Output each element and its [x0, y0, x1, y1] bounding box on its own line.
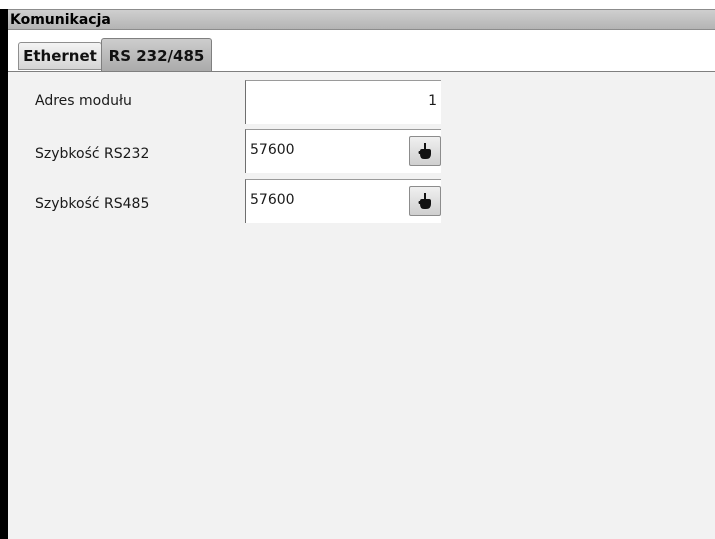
rs485-speed-dropdown[interactable]: 57600	[245, 179, 441, 223]
tab-strip: Ethernet RS 232/485	[8, 30, 715, 72]
tab-rs232-485[interactable]: RS 232/485	[101, 38, 212, 72]
hand-pointer-icon	[418, 143, 431, 159]
rs485-speed-dropdown-button[interactable]	[409, 186, 441, 216]
communication-window: Komunikacja Ethernet RS 232/485 Adres mo…	[0, 0, 715, 539]
module-address-value: 1	[428, 93, 437, 109]
window-left-border	[0, 9, 8, 539]
tab-ethernet-label: Ethernet	[23, 47, 97, 65]
rs485-speed-value: 57600	[250, 192, 295, 208]
rs232-speed-dropdown-button[interactable]	[409, 136, 441, 166]
rs232-speed-dropdown[interactable]: 57600	[245, 129, 441, 173]
hand-pointer-icon	[418, 193, 431, 209]
tab-ethernet[interactable]: Ethernet	[18, 42, 102, 70]
title-bar: Komunikacja	[8, 9, 715, 30]
rs232-speed-label: Szybkość RS232	[35, 146, 150, 162]
tab-content-panel: Adres modułu 1 Szybkość RS232 57600 Szyb…	[8, 72, 715, 539]
rs485-speed-label: Szybkość RS485	[35, 196, 150, 212]
module-address-field[interactable]: 1	[245, 80, 441, 124]
rs232-speed-value: 57600	[250, 142, 295, 158]
tab-rs232-485-label: RS 232/485	[108, 46, 205, 65]
module-address-label: Adres modułu	[35, 93, 132, 109]
window-title: Komunikacja	[10, 12, 111, 28]
